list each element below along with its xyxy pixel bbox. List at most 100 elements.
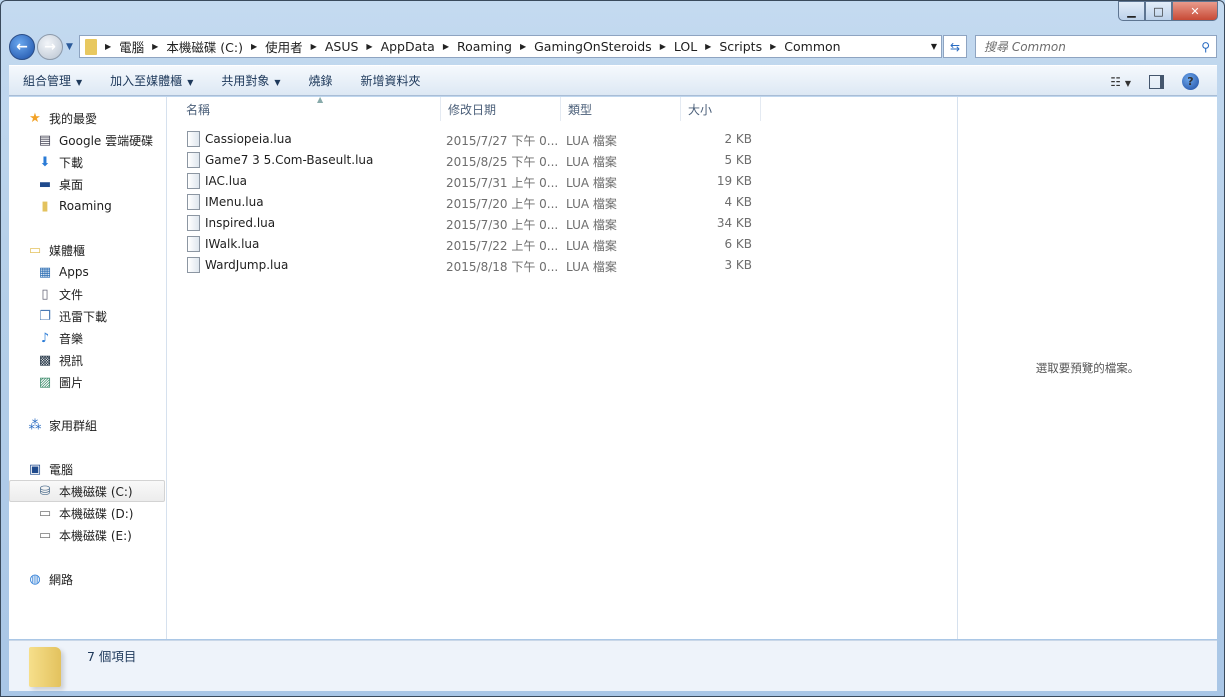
file-date: 2015/8/18 下午 0... — [446, 260, 559, 274]
drive-icon: ▭ — [38, 527, 52, 543]
sidebar-label: Roaming — [59, 199, 112, 213]
chevron-down-icon: ▼ — [76, 78, 83, 87]
burn-button[interactable]: 燒錄 — [295, 72, 347, 89]
breadcrumb-roaming[interactable]: Roaming — [453, 39, 516, 54]
breadcrumb-lol[interactable]: LOL — [670, 39, 701, 54]
chevron-right-icon[interactable]: ▶ — [362, 42, 376, 51]
file-row[interactable]: WardJump.lua 2015/8/18 下午 0... LUA 檔案 3 … — [167, 255, 767, 276]
sidebar-favorites[interactable]: ★ 我的最愛 — [27, 107, 183, 129]
file-name: IWalk.lua — [205, 237, 260, 251]
chevron-right-icon[interactable]: ▶ — [516, 42, 530, 51]
lua-file-icon — [187, 131, 200, 147]
sidebar-label: 本機磁碟 (D:) — [59, 506, 134, 521]
file-name: Inspired.lua — [205, 216, 276, 230]
file-row[interactable]: IMenu.lua 2015/7/20 上午 0... LUA 檔案 4 KB — [167, 192, 767, 213]
breadcrumb-computer[interactable]: 電腦 — [115, 37, 148, 56]
search-placeholder: 搜尋 Common — [984, 40, 1066, 54]
lua-file-icon — [187, 152, 200, 168]
file-type: LUA 檔案 — [566, 176, 617, 190]
sidebar-label: 家用群組 — [49, 418, 98, 433]
navigation-pane: ★ 我的最愛 ▤ Google 雲端硬碟 ⬇ 下載 ▬ 桌面 ▮ Roaming ▭ 媒體櫃… — [9, 97, 167, 639]
file-row[interactable]: IWalk.lua 2015/7/22 上午 0... LUA 檔案 6 KB — [167, 234, 767, 255]
chevron-right-icon[interactable]: ▶ — [439, 42, 453, 51]
chevron-right-icon[interactable]: ▶ — [766, 42, 780, 51]
file-name: WardJump.lua — [205, 258, 289, 272]
breadcrumb-common[interactable]: Common — [780, 39, 844, 54]
computer-icon: ▣ — [28, 461, 42, 477]
sidebar-network[interactable]: ◍ 網路 — [27, 568, 183, 590]
recent-pages-dropdown[interactable]: ▼ — [66, 42, 73, 52]
sidebar-label: 視訊 — [59, 353, 84, 368]
search-icon[interactable]: ⚲ — [1201, 40, 1210, 54]
drive-icon: ▤ — [38, 132, 52, 148]
picture-icon: ▨ — [38, 374, 52, 390]
search-input[interactable]: 搜尋 Common ⚲ — [975, 35, 1217, 58]
breadcrumb-c-drive[interactable]: 本機磁碟 (C:) — [162, 37, 247, 56]
breadcrumb-appdata[interactable]: AppData — [377, 39, 439, 54]
lua-file-icon — [187, 257, 200, 273]
document-icon: ▯ — [41, 286, 49, 302]
forward-button[interactable]: → — [37, 34, 63, 60]
chevron-right-icon[interactable]: ▶ — [307, 42, 321, 51]
sidebar-label: 電腦 — [49, 462, 74, 477]
share-button[interactable]: 共用對象 ▼ — [207, 72, 294, 89]
sidebar-homegroup[interactable]: ⁂ 家用群組 — [27, 414, 183, 436]
sidebar-label: 圖片 — [59, 375, 84, 390]
homegroup-icon: ⁂ — [28, 417, 42, 433]
file-name: IMenu.lua — [205, 195, 264, 209]
file-type: LUA 檔案 — [566, 197, 617, 211]
chevron-right-icon[interactable]: ▶ — [148, 42, 162, 51]
file-date: 2015/7/30 上午 0... — [446, 218, 559, 232]
breadcrumb-scripts[interactable]: Scripts — [715, 39, 766, 54]
sidebar-item-c-drive[interactable]: ⛁ 本機磁碟 (C:) — [9, 480, 165, 502]
sidebar-computer[interactable]: ▣ 電腦 — [27, 458, 183, 480]
lua-file-icon — [187, 215, 200, 231]
new-folder-button[interactable]: 新增資料夾 — [347, 72, 435, 89]
breadcrumb-users[interactable]: 使用者 — [261, 37, 307, 56]
breadcrumb-gamingonsteroids[interactable]: GamingOnSteroids — [530, 39, 656, 54]
chevron-right-icon[interactable]: ▶ — [247, 42, 261, 51]
chevron-right-icon[interactable]: ▶ — [701, 42, 715, 51]
organize-button[interactable]: 組合管理 ▼ — [9, 72, 96, 89]
maximize-button[interactable]: □ — [1145, 1, 1172, 21]
file-size: 3 KB — [724, 258, 752, 272]
column-header-date[interactable]: 修改日期 — [441, 97, 561, 121]
close-button[interactable]: ✕ — [1172, 1, 1218, 21]
lua-file-icon — [187, 236, 200, 252]
folder-icon: ▮ — [41, 198, 49, 214]
chevron-right-icon[interactable]: ▶ — [656, 42, 670, 51]
star-icon: ★ — [29, 110, 41, 126]
chevron-down-icon: ▼ — [187, 78, 194, 87]
address-dropdown-icon[interactable]: ▼ — [931, 42, 937, 51]
preview-pane: 選取要預覽的檔案。 — [957, 97, 1217, 639]
file-size: 34 KB — [716, 216, 752, 230]
system-drive-icon: ⛁ — [39, 483, 51, 499]
preview-pane-icon[interactable] — [1149, 74, 1164, 89]
file-type: LUA 檔案 — [566, 155, 617, 169]
chevron-right-icon[interactable]: ▶ — [101, 42, 115, 51]
refresh-button[interactable]: ⇆ — [943, 35, 967, 58]
file-row[interactable]: Cassiopeia.lua 2015/7/27 下午 0... LUA 檔案 … — [167, 129, 767, 150]
add-to-library-button[interactable]: 加入至媒體櫃 ▼ — [96, 72, 207, 89]
file-type: LUA 檔案 — [566, 260, 617, 274]
column-header-size[interactable]: 大小 — [681, 97, 761, 121]
back-button[interactable]: ← — [9, 34, 35, 60]
address-bar[interactable]: ▶ 電腦 ▶ 本機磁碟 (C:) ▶ 使用者 ▶ ASUS ▶ AppData ▶ Roa… — [79, 35, 942, 58]
help-icon[interactable]: ? — [1182, 73, 1199, 90]
column-header-type[interactable]: 類型 — [561, 97, 681, 121]
view-options-icon[interactable]: ☷ ▼ — [1110, 75, 1131, 89]
file-size: 6 KB — [724, 237, 752, 251]
breadcrumb-asus[interactable]: ASUS — [321, 39, 363, 54]
film-icon: ▩ — [38, 352, 52, 368]
file-date: 2015/7/31 上午 0... — [446, 176, 559, 190]
file-row[interactable]: Inspired.lua 2015/7/30 上午 0... LUA 檔案 34… — [167, 213, 767, 234]
sort-ascending-icon: ▲ — [317, 95, 324, 104]
file-row[interactable]: Game7 3 5.Com-Baseult.lua 2015/8/25 下午 0… — [167, 150, 767, 171]
minimize-button[interactable]: ▁ — [1118, 1, 1145, 21]
folder-icon — [29, 647, 61, 687]
file-date: 2015/7/27 下午 0... — [446, 134, 559, 148]
file-row[interactable]: IAC.lua 2015/7/31 上午 0... LUA 檔案 19 KB — [167, 171, 767, 192]
sidebar-libraries[interactable]: ▭ 媒體櫃 — [27, 239, 183, 261]
item-count: 7 個項目 — [87, 649, 137, 664]
column-header-name[interactable]: 名稱 ▲ — [179, 95, 441, 121]
